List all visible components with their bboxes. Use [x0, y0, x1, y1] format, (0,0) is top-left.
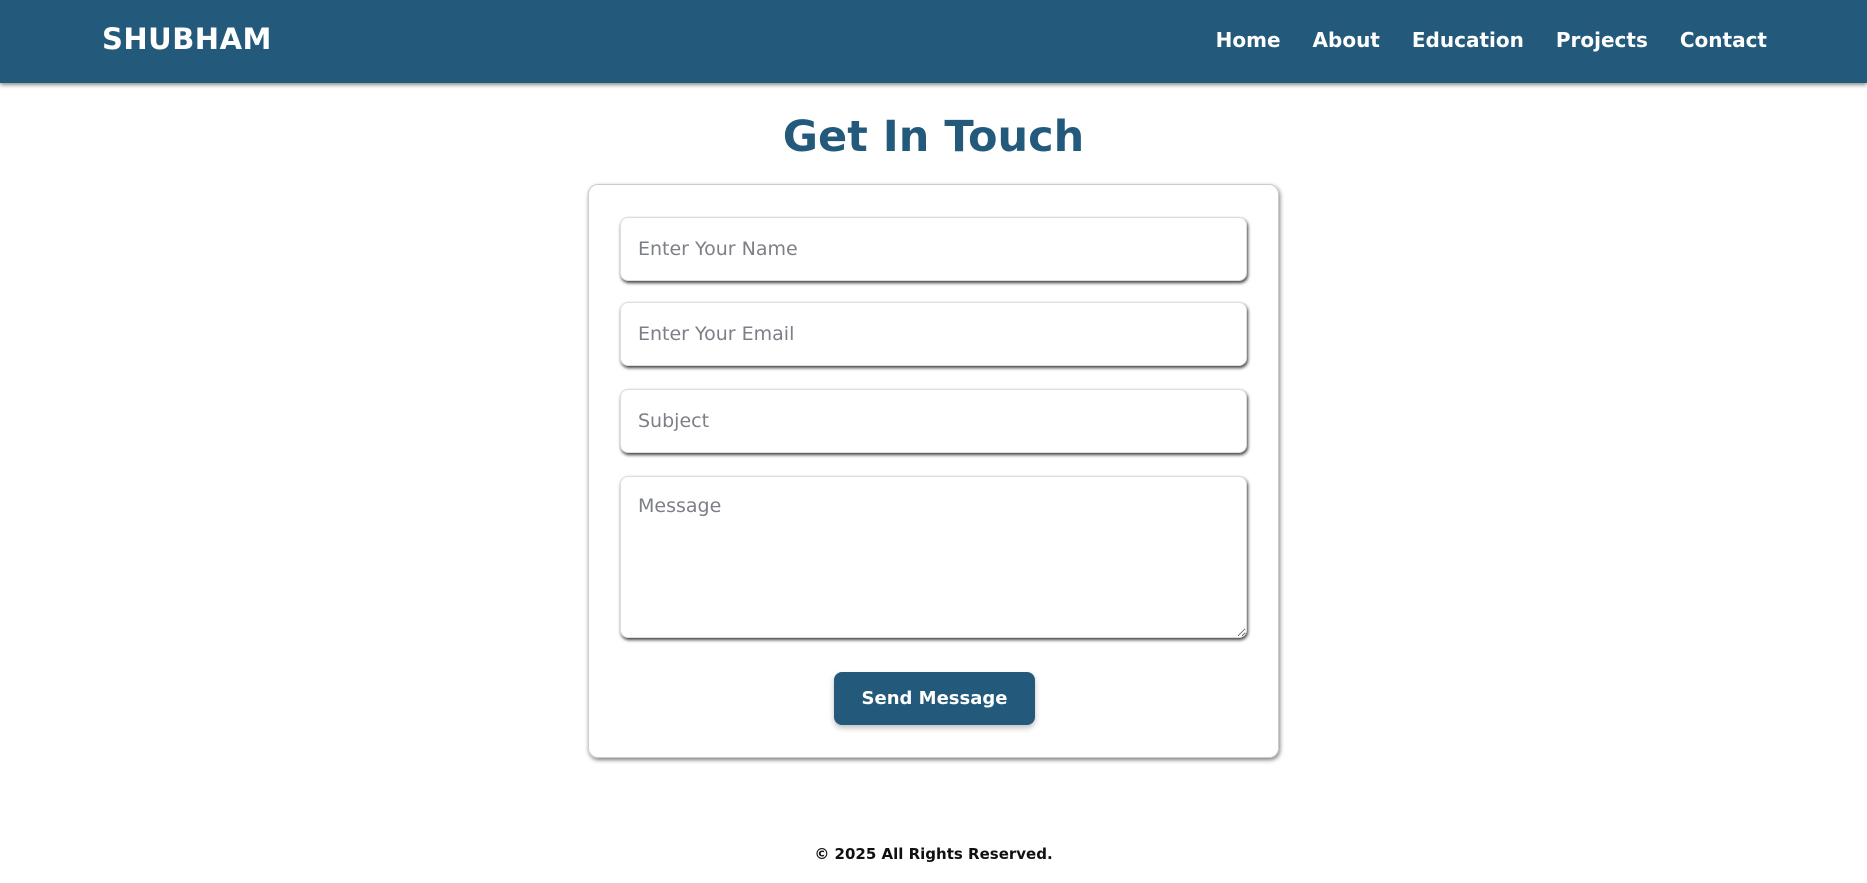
- page-title: Get In Touch: [782, 112, 1085, 162]
- nav-education[interactable]: Education: [1412, 28, 1524, 52]
- name-input[interactable]: [620, 217, 1247, 281]
- message-textarea[interactable]: [620, 476, 1247, 638]
- logo[interactable]: SHUBHAM: [102, 22, 272, 56]
- subject-input[interactable]: [620, 389, 1247, 453]
- nav-projects[interactable]: Projects: [1556, 28, 1648, 52]
- contact-form: Send Message: [588, 184, 1279, 758]
- footer-copyright: © 2025 All Rights Reserved.: [814, 845, 1053, 863]
- nav-about[interactable]: About: [1313, 28, 1380, 52]
- send-message-button[interactable]: Send Message: [834, 672, 1035, 725]
- nav-links: Home About Education Projects Contact: [1216, 28, 1767, 52]
- navbar: SHUBHAM Home About Education Projects Co…: [0, 0, 1867, 83]
- email-input[interactable]: [620, 302, 1247, 366]
- nav-contact[interactable]: Contact: [1680, 28, 1767, 52]
- nav-home[interactable]: Home: [1216, 28, 1281, 52]
